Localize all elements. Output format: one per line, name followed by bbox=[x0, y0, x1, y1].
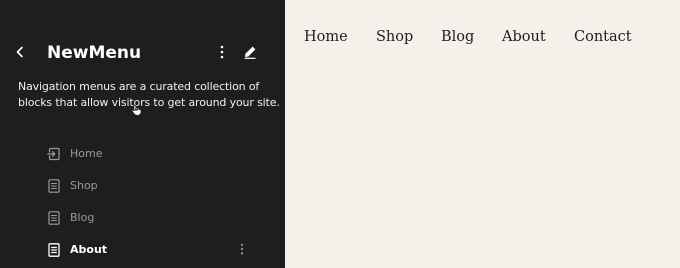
nav-link-blog[interactable]: Blog bbox=[441, 27, 474, 47]
kebab-vertical-icon bbox=[220, 45, 224, 59]
navigation-sidebar: NewMenu Navigation menus are a curated c… bbox=[0, 0, 285, 268]
menu-item-label: Blog bbox=[70, 211, 95, 224]
menu-item-label: About bbox=[70, 243, 108, 256]
menu-item-shop[interactable]: Shop bbox=[0, 169, 285, 201]
page-icon bbox=[46, 210, 62, 226]
nav-link-about[interactable]: About bbox=[502, 27, 546, 47]
home-link-icon bbox=[46, 146, 62, 162]
edit-button[interactable] bbox=[240, 42, 260, 62]
pencil-icon bbox=[244, 46, 256, 59]
menu-item-label: Shop bbox=[70, 179, 98, 192]
menu-options-button[interactable] bbox=[212, 42, 232, 62]
site-navigation-preview: Home Shop Blog About Contact bbox=[285, 0, 680, 74]
page-icon bbox=[46, 178, 62, 194]
menu-item-blog[interactable]: Blog bbox=[0, 201, 285, 233]
back-button[interactable] bbox=[10, 42, 30, 62]
nav-link-home[interactable]: Home bbox=[304, 27, 348, 47]
menu-item-label: Home bbox=[70, 147, 103, 160]
menu-description: Navigation menus are a curated collectio… bbox=[18, 80, 280, 109]
menu-item-about[interactable]: About bbox=[0, 233, 285, 265]
hand-cursor-icon bbox=[131, 104, 142, 116]
nav-link-shop[interactable]: Shop bbox=[376, 27, 413, 47]
nav-link-contact[interactable]: Contact bbox=[574, 27, 632, 47]
menu-item-options-button[interactable] bbox=[234, 239, 250, 259]
page-icon bbox=[46, 242, 62, 258]
menu-title: NewMenu bbox=[47, 43, 142, 63]
kebab-vertical-icon bbox=[240, 243, 244, 255]
chevron-left-icon bbox=[16, 46, 23, 58]
menu-item-home[interactable]: Home bbox=[0, 137, 285, 169]
